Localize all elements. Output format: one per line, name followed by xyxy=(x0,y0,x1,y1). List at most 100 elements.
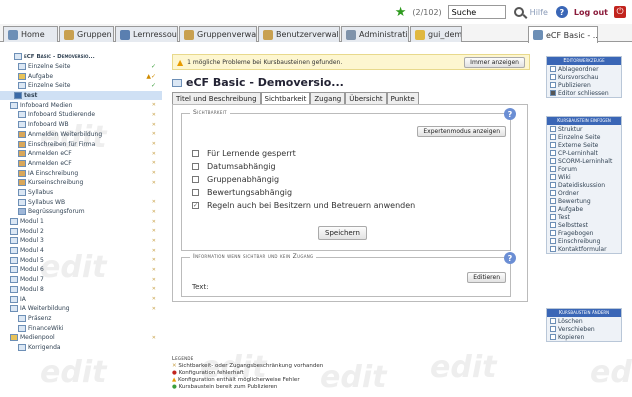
tree-item[interactable]: Begrüssungsforum ✕ xyxy=(0,207,162,217)
expert-mode-button[interactable]: Expertenmodus anzeigen xyxy=(417,126,506,137)
tree-item[interactable]: Modul 5 ✕ xyxy=(0,255,162,265)
tree-item[interactable]: Infoboard Studierende ✕ xyxy=(0,110,162,120)
search-input[interactable] xyxy=(447,5,506,19)
tool-item[interactable]: Forum xyxy=(547,165,621,173)
save-button[interactable]: Speichern xyxy=(318,226,367,240)
tool-item[interactable]: Dateidiskussion xyxy=(547,181,621,189)
fieldset-legend: Information wenn sichtbar und kein Zugan… xyxy=(190,253,317,260)
tool-item[interactable]: Aufgabe xyxy=(547,205,621,213)
tree-item[interactable]: Syllabus WB ✕ xyxy=(0,197,162,207)
tool-item[interactable]: Bewertung xyxy=(547,197,621,205)
tab-title-description[interactable]: Titel und Beschreibung xyxy=(172,92,261,104)
tab-user-admin[interactable]: Benutzerverwaltung xyxy=(258,26,340,42)
tree-item[interactable]: Anmelden Weiterbildung ✕ xyxy=(0,130,162,140)
restriction-icon: ✕ xyxy=(151,179,156,186)
tree-item[interactable]: Infoboard Medien ✕ xyxy=(0,100,162,110)
tab-visibility[interactable]: Sichtbarkeit xyxy=(260,92,311,104)
tool-item[interactable]: Kursvorschau xyxy=(547,73,621,81)
tool-item[interactable]: Einzelne Seite xyxy=(547,133,621,141)
tool-item[interactable]: Kontaktformular xyxy=(547,245,621,253)
tab-group-admin[interactable]: Gruppenverwaltung xyxy=(179,26,257,42)
checkbox-row[interactable]: Gruppenabhängig xyxy=(192,174,279,185)
tree-item[interactable]: Medienpool ✕ xyxy=(0,333,162,343)
tab-administration[interactable]: Administration xyxy=(341,26,409,42)
logout-icon[interactable]: ⏻ xyxy=(614,6,626,18)
structure-icon xyxy=(10,305,18,313)
tab-gui-demo[interactable]: gui_demo xyxy=(410,26,462,42)
structure-icon xyxy=(10,266,18,274)
tab-groups[interactable]: Gruppen xyxy=(59,26,114,42)
tab-points[interactable]: Punkte xyxy=(386,92,419,104)
tree-item[interactable]: Modul 6 ✕ xyxy=(0,265,162,275)
assessment-icon xyxy=(550,198,556,204)
tab-home[interactable]: Home xyxy=(3,26,58,42)
tool-item[interactable]: Ablageordner xyxy=(547,65,621,73)
tool-item[interactable]: Fragebogen xyxy=(547,229,621,237)
tool-item[interactable]: Kopieren xyxy=(547,333,621,341)
checkbox[interactable] xyxy=(192,176,199,183)
checkbox[interactable] xyxy=(192,163,199,170)
tab-course-editor[interactable]: eCF Basic - ...✕ xyxy=(528,26,598,43)
checkbox-row[interactable]: Bewertungsabhängig xyxy=(192,187,292,198)
tree-item[interactable]: IA ✕ xyxy=(0,294,162,304)
tree-item[interactable]: Modul 3 ✕ xyxy=(0,236,162,246)
show-always-button[interactable]: Immer anzeigen xyxy=(464,56,525,68)
checkbox-checked[interactable]: ✓ xyxy=(192,202,199,209)
tool-item[interactable]: Selbsttest xyxy=(547,221,621,229)
checkbox-row[interactable]: Datumsabhängig xyxy=(192,161,276,172)
tab-resources[interactable]: Lernressourcen xyxy=(115,26,178,42)
tool-item[interactable]: Struktur xyxy=(547,125,621,133)
tool-item[interactable]: Löschen xyxy=(547,317,621,325)
tree-item[interactable]: Einschreiben für Firma ✕ xyxy=(0,139,162,149)
tool-item[interactable]: Editor schliessen xyxy=(547,89,621,97)
tool-item[interactable]: Externe Seite xyxy=(547,141,621,149)
tool-item[interactable]: Wiki xyxy=(547,173,621,181)
tree-item[interactable]: Anmelden eCF ✕ xyxy=(0,159,162,169)
tree-item[interactable]: Syllabus xyxy=(0,188,162,198)
tree-item[interactable]: Modul 1 ✕ xyxy=(0,217,162,227)
tree-item[interactable]: Einzelne Seite ✓ xyxy=(0,62,162,72)
tree-item[interactable]: FinanceWiki xyxy=(0,323,162,333)
edit-button[interactable]: Editieren xyxy=(467,272,506,283)
tree-item[interactable]: Modul 7 ✕ xyxy=(0,275,162,285)
tool-item[interactable]: Test xyxy=(547,213,621,221)
tree-item-selected[interactable]: test xyxy=(0,90,162,101)
tree-item[interactable]: Modul 2 ✕ xyxy=(0,226,162,236)
tree-item[interactable]: IA Einschreibung ✕ xyxy=(0,168,162,178)
checkbox[interactable] xyxy=(192,189,199,196)
checkbox[interactable] xyxy=(192,150,199,157)
help-icon[interactable]: ? xyxy=(504,108,516,120)
tree-item[interactable]: Einzelne Seite ✓ xyxy=(0,81,162,91)
tree-item[interactable]: Korrigenda xyxy=(0,343,162,353)
legend-item: ✕ Sichtbarkeit- oder Zugangsbeschränkung… xyxy=(172,363,324,369)
copy-icon xyxy=(550,334,556,340)
tree-item[interactable]: Anmelden eCF ✕ xyxy=(0,149,162,159)
tree-item[interactable]: Kurseinschreibung ✕ xyxy=(0,178,162,188)
restriction-icon: ✕ xyxy=(151,266,156,273)
help-icon[interactable]: ? xyxy=(555,6,568,18)
tool-item[interactable]: Einschreibung xyxy=(547,237,621,245)
tab-access[interactable]: Zugang xyxy=(310,92,346,104)
tree-item[interactable]: Modul 4 ✕ xyxy=(0,246,162,256)
tool-item[interactable]: CP-Lerninhalt xyxy=(547,149,621,157)
logout-link[interactable]: Log out xyxy=(574,8,608,17)
restriction-icon: ✕ xyxy=(151,228,156,235)
help-link[interactable]: Hilfe xyxy=(530,8,548,17)
help-icon[interactable]: ? xyxy=(504,252,516,264)
checkbox-row[interactable]: ✓ Regeln auch bei Besitzern und Betreuern… xyxy=(192,200,415,211)
tree-item[interactable]: IA Weiterbildung ✕ xyxy=(0,304,162,314)
tool-item[interactable]: Publizieren xyxy=(547,81,621,89)
tree-item[interactable]: Infoboard WB ✕ xyxy=(0,120,162,130)
tree-item[interactable]: Aufgabe ▲✓ xyxy=(0,71,162,81)
search-icon[interactable] xyxy=(513,7,524,17)
page-icon xyxy=(18,63,26,71)
tool-item[interactable]: Ordner xyxy=(547,189,621,197)
star-icon[interactable]: ★ xyxy=(395,5,407,20)
tree-item[interactable]: Modul 8 ✕ xyxy=(0,285,162,295)
tree-item[interactable]: eCF Basic - Demoversio... xyxy=(0,52,162,62)
checkbox-row[interactable]: Für Lernende gesperrt xyxy=(192,148,296,159)
tab-overview[interactable]: Übersicht xyxy=(345,92,387,104)
tool-item[interactable]: Verschieben xyxy=(547,325,621,333)
tree-item[interactable]: Präsenz xyxy=(0,314,162,324)
tool-item[interactable]: SCORM-Lerninhalt xyxy=(547,157,621,165)
